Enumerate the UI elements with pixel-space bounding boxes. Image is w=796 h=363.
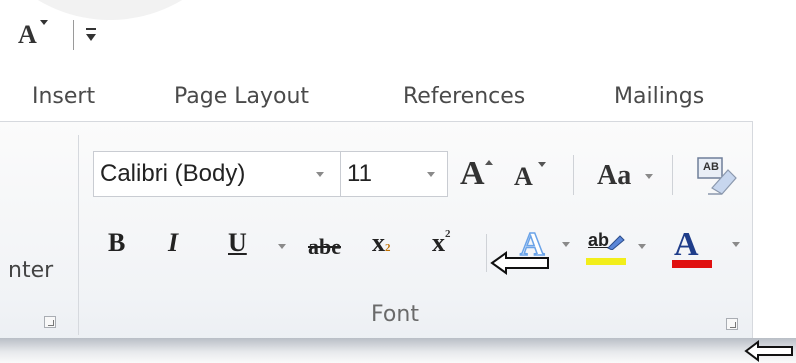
text-effects-button[interactable]: A [516,225,570,270]
font-color-button[interactable]: A [668,226,744,274]
chevron-down-icon [86,34,96,41]
font-size-value: 11 [347,160,372,187]
change-case-dropdown-icon [645,174,653,179]
subscript-button[interactable]: x2 [372,228,406,268]
highlight-button[interactable]: ab [584,228,646,274]
separator [672,155,673,195]
text-effects-dropdown-icon [562,242,570,247]
font-color-icon: A [674,226,699,263]
change-case-button[interactable]: Aa [597,160,657,196]
customize-qat-button[interactable] [82,23,104,49]
shrink-font-icon: A [18,20,37,49]
tab-page-layout[interactable]: Page Layout [174,80,309,114]
bold-icon: B [108,228,126,257]
shrink-font-icon: A [514,162,533,191]
highlight-color-swatch [586,258,626,265]
grow-arrow-icon [485,160,493,165]
tab-references[interactable]: References [403,80,525,114]
shrink-font-qat-button[interactable]: A [18,20,54,56]
strikethrough-icon: abe [308,234,341,259]
group-separator-right [752,121,753,339]
font-name-combo[interactable]: Calibri (Body) [93,151,341,197]
highlighter-pen-icon [607,235,625,250]
font-size-combo[interactable]: 11 [340,151,448,197]
clear-formatting-label: AB [703,161,719,173]
shrink-font-button[interactable]: A [514,162,548,196]
font-group-label: Font [330,302,460,327]
font-size-dropdown-icon[interactable] [427,172,435,177]
font-group-label-text: Font [371,302,419,327]
qat-background [0,0,250,20]
strikethrough-button[interactable]: abe [308,234,354,274]
superscript-button[interactable]: x2 [432,228,466,268]
bold-button[interactable]: B [108,228,134,268]
group-separator [78,135,79,335]
superscript-small: 2 [445,228,451,240]
separator [486,234,487,272]
underline-dropdown-icon[interactable] [278,244,286,249]
font-color-dropdown-icon [732,242,740,247]
superscript-icon: x [432,228,445,257]
font-color-swatch [672,260,712,268]
underline-icon: U [228,228,247,257]
font-name-value: Calibri (Body) [100,160,246,187]
shrink-arrow-icon [40,20,48,25]
tab-insert-label: Insert [32,84,96,109]
paragraph-dialog-launcher-icon[interactable] [44,316,56,328]
text-effects-icon: A [519,225,545,264]
annotation-arrow-icon [744,340,793,362]
highlight-dropdown-icon [638,244,646,249]
grow-font-button[interactable]: A [460,155,496,195]
tab-insert[interactable]: Insert [32,80,95,114]
tab-mailings[interactable]: Mailings [614,80,704,114]
shrink-arrow-icon [538,162,546,167]
change-case-icon: Aa [597,160,632,191]
center-button-label: nter [8,258,54,283]
separator [573,155,574,195]
ribbon-bottom-edge [0,338,796,363]
underline-button[interactable]: U [228,228,258,268]
tab-page-layout-label: Page Layout [174,84,310,109]
italic-icon: I [168,228,179,257]
italic-button[interactable]: I [168,228,194,268]
customize-bar-icon [86,28,96,30]
grow-font-icon: A [460,155,485,192]
subscript-small: 2 [385,242,391,254]
tab-references-label: References [403,84,526,109]
qat-separator [73,20,74,50]
font-dialog-launcher-icon[interactable] [726,318,738,330]
tab-mailings-label: Mailings [614,84,705,109]
font-name-dropdown-icon[interactable] [316,172,324,177]
center-button-partial[interactable]: nter [8,258,53,283]
clear-formatting-button[interactable]: AB [694,154,740,198]
subscript-icon: x [372,228,385,257]
